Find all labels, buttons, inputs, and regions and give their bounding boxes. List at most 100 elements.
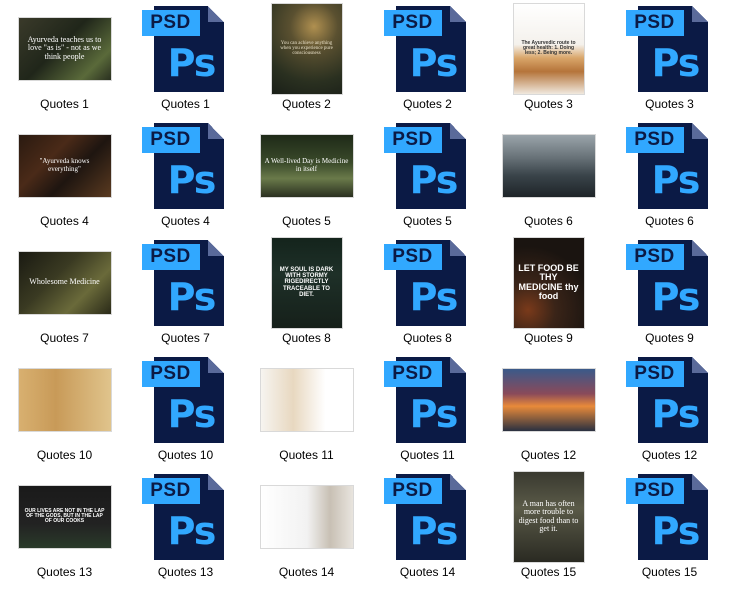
thumbnail-area: PSD Ps	[125, 117, 246, 212]
psd-badge: PSD	[141, 126, 200, 153]
psd-badge: PSD	[383, 360, 442, 387]
photoshop-file-icon: PSD Ps	[624, 472, 716, 562]
file-grid: Ayurveda teaches us to love "as is" - no…	[4, 0, 730, 585]
ps-logo-mark: Ps	[409, 40, 459, 85]
psd-badge: PSD	[383, 243, 442, 270]
psd-file-item[interactable]: PSD Ps Quotes 12	[609, 351, 730, 468]
psd-badge: PSD	[383, 9, 442, 36]
image-thumbnail: A Well-lived Day is Medicine in itself	[260, 134, 353, 197]
ps-logo-mark: Ps	[409, 391, 459, 436]
image-thumbnail: "Ayurveda knows everything"	[18, 134, 111, 197]
image-file-item[interactable]: A man has often more trouble to digest f…	[488, 468, 609, 585]
thumbnail-area: PSD Ps	[125, 234, 246, 329]
photoshop-file-icon: PSD Ps	[382, 121, 474, 211]
thumbnail-area: PSD Ps	[367, 0, 488, 95]
photoshop-file-icon: PSD Ps	[624, 4, 716, 94]
image-file-item[interactable]: Quotes 6	[488, 117, 609, 234]
psd-file-item[interactable]: PSD Ps Quotes 5	[367, 117, 488, 234]
image-thumbnail	[502, 368, 595, 431]
image-file-item[interactable]: Wholesome Medicine Quotes 7	[4, 234, 125, 351]
ps-logo-mark: Ps	[651, 508, 701, 553]
ps-logo-mark: Ps	[167, 391, 217, 436]
psd-file-item[interactable]: PSD Ps Quotes 4	[125, 117, 246, 234]
file-name-label: Quotes 7	[40, 331, 89, 345]
image-file-item[interactable]: Ayurveda teaches us to love "as is" - no…	[4, 0, 125, 117]
thumbnail-quote-text: Ayurveda teaches us to love "as is" - no…	[27, 34, 102, 61]
psd-file-item[interactable]: PSD Ps Quotes 3	[609, 0, 730, 117]
image-file-item[interactable]: MY SOUL IS DARK WITH STORMY RIGEDIRECTLY…	[246, 234, 367, 351]
ps-logo-mark: Ps	[409, 274, 459, 319]
file-name-label: Quotes 10	[36, 448, 93, 462]
image-file-item[interactable]: Quotes 10	[4, 351, 125, 468]
psd-file-item[interactable]: PSD Ps Quotes 14	[367, 468, 488, 585]
psd-file-item[interactable]: PSD Ps Quotes 2	[367, 0, 488, 117]
thumbnail-area: PSD Ps	[125, 351, 246, 446]
psd-badge: PSD	[383, 126, 442, 153]
image-file-item[interactable]: Quotes 11	[246, 351, 367, 468]
thumbnail-area: MY SOUL IS DARK WITH STORMY RIGEDIRECTLY…	[246, 234, 367, 329]
file-name-label: Quotes 11	[279, 448, 334, 462]
photoshop-file-icon: PSD Ps	[624, 355, 716, 445]
psd-file-item[interactable]: PSD Ps Quotes 1	[125, 0, 246, 117]
psd-file-item[interactable]: PSD Ps Quotes 15	[609, 468, 730, 585]
thumbnail-area: PSD Ps	[609, 234, 730, 329]
file-name-label: Quotes 6	[645, 214, 694, 228]
page-fold-corner	[691, 473, 708, 490]
file-name-label: Quotes 12	[520, 448, 577, 462]
thumbnail-quote-text: LET FOOD BE THY MEDICINE thy food	[518, 262, 579, 301]
page-fold-corner	[207, 122, 224, 139]
thumbnail-area	[488, 351, 609, 446]
thumbnail-quote-text: MY SOUL IS DARK WITH STORMY RIGEDIRECTLY…	[279, 266, 334, 298]
psd-badge: PSD	[625, 477, 684, 504]
file-name-label: Quotes 7	[161, 331, 210, 345]
image-file-item[interactable]: Quotes 12	[488, 351, 609, 468]
psd-badge: PSD	[625, 243, 684, 270]
thumbnail-quote-text: A Well-lived Day is Medicine in itself	[264, 157, 349, 173]
image-thumbnail: Ayurveda teaches us to love "as is" - no…	[18, 17, 111, 80]
file-name-label: Quotes 5	[403, 214, 452, 228]
psd-file-item[interactable]: PSD Ps Quotes 6	[609, 117, 730, 234]
thumbnail-area	[246, 468, 367, 563]
thumbnail-area: PSD Ps	[125, 0, 246, 95]
page-fold-corner	[449, 356, 466, 373]
file-name-label: Quotes 3	[645, 97, 694, 111]
psd-file-item[interactable]: PSD Ps Quotes 7	[125, 234, 246, 351]
thumbnail-quote-text: You can achieve anything when you experi…	[280, 40, 333, 57]
file-name-label: Quotes 9	[524, 331, 573, 345]
image-file-item[interactable]: LET FOOD BE THY MEDICINE thy food Quotes …	[488, 234, 609, 351]
thumbnail-area: OUR LIVES ARE NOT IN THE LAP OF THE GODS…	[4, 468, 125, 563]
file-name-label: Quotes 2	[282, 97, 331, 111]
file-name-label: Quotes 6	[524, 214, 573, 228]
psd-file-item[interactable]: PSD Ps Quotes 10	[125, 351, 246, 468]
psd-file-item[interactable]: PSD Ps Quotes 8	[367, 234, 488, 351]
image-file-item[interactable]: You can achieve anything when you experi…	[246, 0, 367, 117]
page-fold-corner	[449, 239, 466, 256]
thumbnail-area: PSD Ps	[609, 0, 730, 95]
file-name-label: Quotes 13	[157, 565, 214, 579]
page-fold-corner	[207, 239, 224, 256]
file-name-label: Quotes 4	[161, 214, 210, 228]
psd-file-item[interactable]: PSD Ps Quotes 9	[609, 234, 730, 351]
thumbnail-quote-text: The Ayurvedic route to great health: 1. …	[521, 39, 576, 57]
image-file-item[interactable]: A Well-lived Day is Medicine in itself Qu…	[246, 117, 367, 234]
psd-file-item[interactable]: PSD Ps Quotes 13	[125, 468, 246, 585]
page-fold-corner	[691, 5, 708, 22]
ps-logo-mark: Ps	[167, 157, 217, 202]
image-file-item[interactable]: The Ayurvedic route to great health: 1. …	[488, 0, 609, 117]
psd-file-item[interactable]: PSD Ps Quotes 11	[367, 351, 488, 468]
file-name-label: Quotes 1	[161, 97, 210, 111]
image-thumbnail: LET FOOD BE THY MEDICINE thy food	[513, 237, 584, 328]
psd-badge: PSD	[383, 477, 442, 504]
thumbnail-area: The Ayurvedic route to great health: 1. …	[488, 0, 609, 95]
page-fold-corner	[691, 122, 708, 139]
thumbnail-area: PSD Ps	[609, 117, 730, 212]
page-fold-corner	[449, 473, 466, 490]
thumbnail-quote-text: OUR LIVES ARE NOT IN THE LAP OF THE GODS…	[24, 507, 105, 525]
image-file-item[interactable]: OUR LIVES ARE NOT IN THE LAP OF THE GODS…	[4, 468, 125, 585]
image-thumbnail: A man has often more trouble to digest f…	[513, 471, 584, 562]
thumbnail-quote-text: "Ayurveda knows everything"	[39, 157, 90, 173]
image-file-item[interactable]: Quotes 14	[246, 468, 367, 585]
image-thumbnail	[260, 368, 353, 431]
image-file-item[interactable]: "Ayurveda knows everything" Quotes 4	[4, 117, 125, 234]
page-fold-corner	[691, 239, 708, 256]
